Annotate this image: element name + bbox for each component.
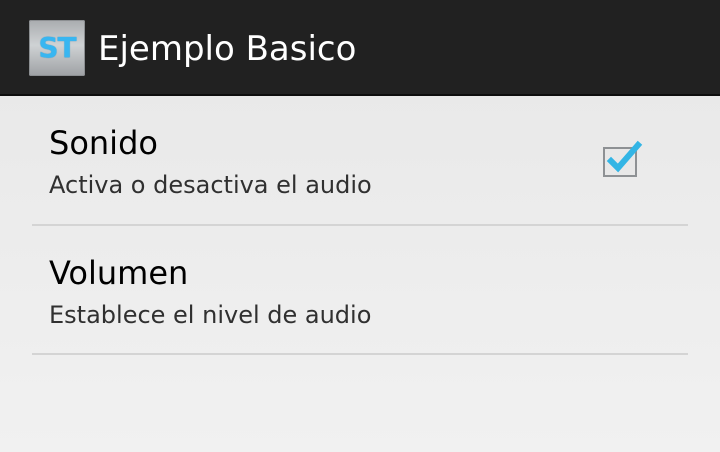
action-bar: ST Ejemplo Basico [0, 0, 720, 96]
preference-title: Volumen [49, 254, 189, 292]
preference-summary: Establece el nivel de audio [49, 301, 372, 329]
preference-title: Sonido [49, 124, 158, 162]
preference-sonido[interactable]: Sonido Activa o desactiva el audio [32, 96, 688, 225]
app-logo-icon[interactable]: ST [29, 20, 85, 76]
preference-summary: Activa o desactiva el audio [49, 171, 372, 199]
sound-checkbox[interactable] [602, 140, 644, 178]
checkbox-checked-icon [603, 140, 643, 177]
preference-divider [32, 353, 688, 355]
app-logo-text: ST [38, 31, 76, 64]
preference-volumen[interactable]: Volumen Establece el nivel de audio [32, 226, 688, 355]
app-title: Ejemplo Basico [98, 29, 357, 69]
